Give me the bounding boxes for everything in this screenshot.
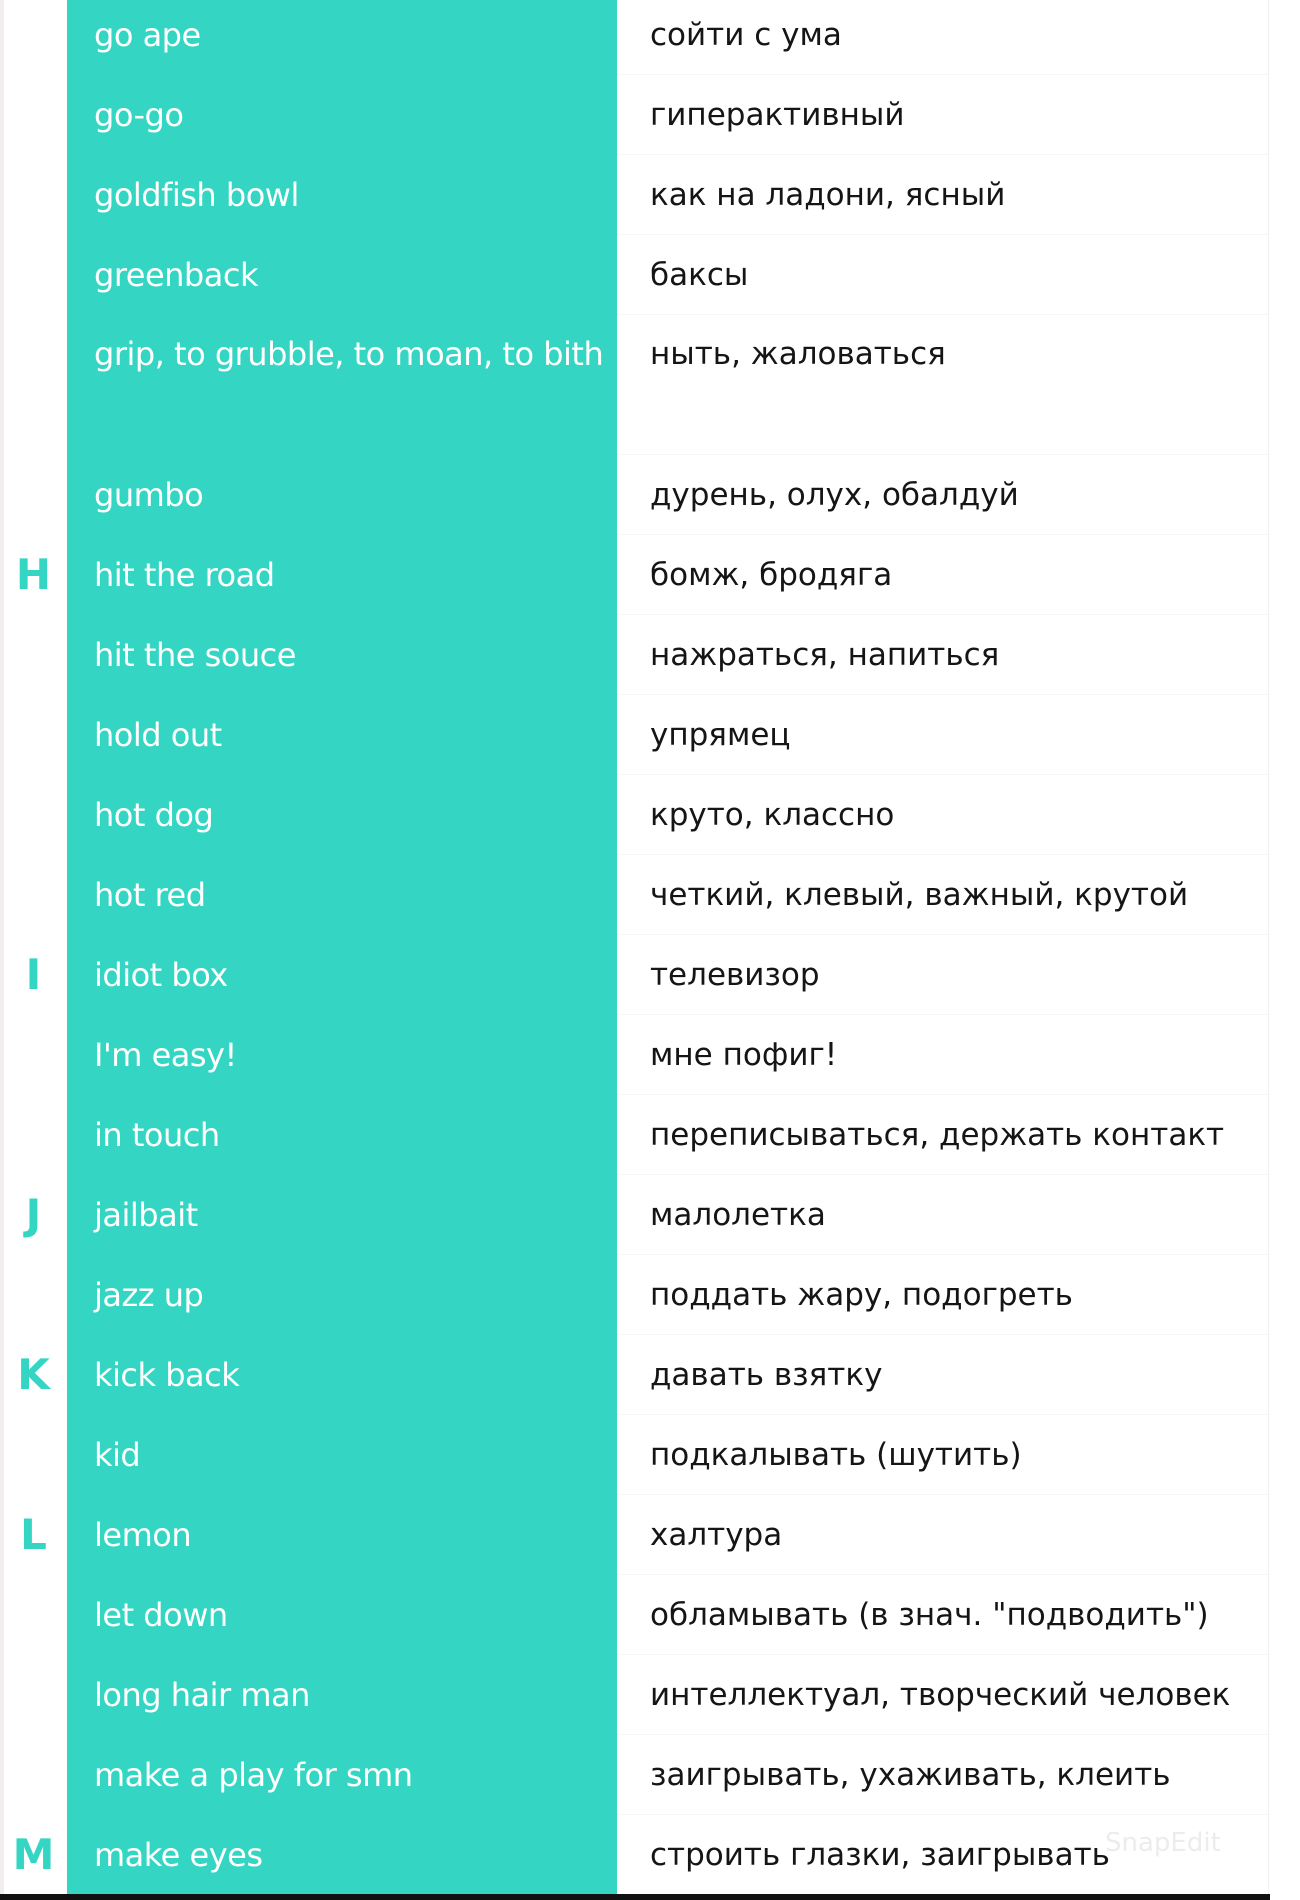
english-term: in touch <box>94 1116 220 1154</box>
section-letter: L <box>20 1510 47 1559</box>
english-term: let down <box>94 1596 228 1634</box>
russian-translation: обламывать (в знач. "подводить") <box>650 1597 1209 1633</box>
english-term: gumbo <box>94 476 204 514</box>
glossary-row: long hair man интеллектуал, творческий че… <box>0 1655 1268 1735</box>
russian-translation: нажраться, напиться <box>650 637 1000 673</box>
russian-translation: переписываться, держать контакт <box>650 1117 1225 1153</box>
russian-translation: подкалывать (шутить) <box>650 1437 1022 1473</box>
section-letter: H <box>15 550 52 599</box>
glossary-row: Hhit the road бомж, бродяга <box>0 535 1268 615</box>
russian-translation: малолетка <box>650 1197 826 1233</box>
russian-translation: халтура <box>650 1517 783 1553</box>
glossary-row: I'm easy! мне пофиг! <box>0 1015 1268 1095</box>
english-term: go ape <box>94 16 201 54</box>
russian-translation: бомж, бродяга <box>650 557 893 593</box>
section-letter: K <box>17 1350 50 1399</box>
glossary-row: goldfish bowl как на ладони, ясный <box>0 155 1268 235</box>
russian-translation: интеллектуал, творческий человек <box>650 1677 1231 1713</box>
russian-translation: телевизор <box>650 957 820 993</box>
english-term: jazz up <box>94 1276 204 1314</box>
english-term: grip, to grubble, to moan, to bith <box>94 335 604 373</box>
english-term: lemon <box>94 1516 192 1554</box>
russian-translation: давать взятку <box>650 1357 883 1393</box>
russian-translation: сойти с ума <box>650 17 842 53</box>
russian-translation: баксы <box>650 257 749 293</box>
glossary-row: let down обламывать (в знач. "подводить") <box>0 1575 1268 1655</box>
english-term: hit the souce <box>94 636 296 674</box>
english-term: hit the road <box>94 556 275 594</box>
english-term: hold out <box>94 716 222 754</box>
glossary-row: greenback баксы <box>0 235 1268 315</box>
english-term: kick back <box>94 1356 240 1394</box>
glossary-row: go-go гиперактивный <box>0 75 1268 155</box>
glossary-row: jazz up поддать жару, подогреть <box>0 1255 1268 1335</box>
english-term: make a play for smn <box>94 1756 413 1794</box>
glossary-row: make a play for smn заигрывать, ухаживать… <box>0 1735 1268 1815</box>
english-term: kid <box>94 1436 141 1474</box>
glossary-row: kid подкалывать (шутить) <box>0 1415 1268 1495</box>
russian-translation: гиперактивный <box>650 97 905 133</box>
russian-translation: четкий, клевый, важный, крутой <box>650 877 1189 913</box>
russian-translation: заигрывать, ухаживать, клеить <box>650 1757 1171 1793</box>
section-letter: I <box>25 950 42 999</box>
english-term: make eyes <box>94 1836 263 1874</box>
page-right-edge <box>1268 0 1300 1900</box>
bottom-border <box>0 1894 1270 1900</box>
glossary-row: hot red четкий, клевый, важный, крутой <box>0 855 1268 935</box>
glossary-row: Mmake eyes строить глазки, заигрывать <box>0 1815 1268 1895</box>
glossary-row: hit the souce нажраться, напиться <box>0 615 1268 695</box>
russian-translation: поддать жару, подогреть <box>650 1277 1073 1313</box>
russian-translation: круто, классно <box>650 797 895 833</box>
glossary-row: gumbo дурень, олух, обалдуй <box>0 455 1268 535</box>
english-term: I'm easy! <box>94 1036 237 1074</box>
glossary-row: go ape сойти с ума <box>0 0 1268 75</box>
watermark: SnapEdit <box>1105 1828 1221 1858</box>
english-term: hot dog <box>94 796 214 834</box>
glossary-row: in touch переписываться, держать контакт <box>0 1095 1268 1175</box>
english-term: idiot box <box>94 956 228 994</box>
russian-translation: мне пофиг! <box>650 1037 838 1073</box>
english-term: goldfish bowl <box>94 176 299 214</box>
glossary-row: Iidiot box телевизор <box>0 935 1268 1015</box>
slang-glossary-table: go ape сойти с ума go-go гиперактивный goldf… <box>0 0 1268 1895</box>
english-term: jailbait <box>94 1196 198 1234</box>
glossary-row: Jjailbait малолетка <box>0 1175 1268 1255</box>
english-term: long hair man <box>94 1676 310 1714</box>
russian-translation: как на ладони, ясный <box>650 177 1006 213</box>
glossary-row: grip, to grubble, to moan, to bith ныть, … <box>0 315 1268 455</box>
glossary-row: hot dog круто, классно <box>0 775 1268 855</box>
russian-translation: упрямец <box>650 717 791 753</box>
section-letter: M <box>12 1830 55 1879</box>
english-term: greenback <box>94 256 258 294</box>
english-term: go-go <box>94 96 184 134</box>
russian-translation: дурень, олух, обалдуй <box>650 477 1019 513</box>
glossary-row: hold out упрямец <box>0 695 1268 775</box>
section-letter: J <box>25 1190 42 1239</box>
glossary-row: Llemon халтура <box>0 1495 1268 1575</box>
english-term: hot red <box>94 876 206 914</box>
russian-translation: ныть, жаловаться <box>650 336 946 372</box>
glossary-row: Kkick back давать взятку <box>0 1335 1268 1415</box>
